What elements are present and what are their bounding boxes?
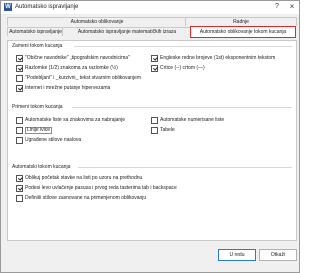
section-replace-label: Zameni tokom kucanja <box>12 43 63 49</box>
tab-actions[interactable]: Radnje <box>185 17 297 26</box>
option-label: Automatske liste sa znakovima za nabraja… <box>25 117 126 123</box>
option-label: Engleske redne brojeve (1st) eksponentni… <box>160 55 276 61</box>
word-app-icon: W <box>4 3 12 11</box>
checkbox-unchecked[interactable] <box>16 195 23 202</box>
checkbox-unchecked[interactable] <box>16 137 23 144</box>
tab-autoformat[interactable]: Automatsko oblikovanje <box>7 17 187 26</box>
title-bar: W Automatsko ispravljanje ? × <box>1 1 299 14</box>
option-label: Tabele <box>160 127 175 133</box>
checkbox-checked[interactable] <box>16 185 23 192</box>
checkbox-unchecked[interactable] <box>16 75 23 82</box>
option-label: Internet i mrežne putanje hiperveza​ma <box>25 85 111 91</box>
section-divider <box>74 46 292 47</box>
checkbox-checked[interactable] <box>16 55 23 62</box>
cancel-button[interactable]: Otkaži <box>259 249 297 261</box>
checkbox-unchecked[interactable] <box>16 117 23 124</box>
option-label: Ugrađene stilove naslova <box>25 137 82 143</box>
option-label: "Obične navodnike" „tipografskim navodni… <box>25 55 130 61</box>
section-auto-label: Automatski tokom kucanja <box>12 164 71 170</box>
ok-button[interactable]: U redu <box>218 249 256 261</box>
checkbox-unchecked[interactable] <box>151 117 158 124</box>
checkbox-checked[interactable] <box>151 55 158 62</box>
help-icon[interactable]: ? <box>272 2 282 12</box>
section-divider <box>72 107 292 108</box>
tab-math-autocorrect[interactable]: Automatsko ispravljanje matematičkih izr… <box>62 27 192 36</box>
option-label: Razlomke (1/2) znakoma za razlomke (½) <box>25 65 118 71</box>
close-icon[interactable]: × <box>287 2 297 12</box>
option-label: Definiši stilove zasnovane na primenjeno… <box>25 195 147 201</box>
option-label: Linije ivice <box>25 127 53 134</box>
tab-autocorrect[interactable]: Automatsko ispravljanje <box>7 27 64 36</box>
checkbox-checked[interactable] <box>16 175 23 182</box>
checkbox-checked[interactable] <box>16 85 23 92</box>
option-label: Oblikuj početak stavke na listi po uzoru… <box>25 175 143 181</box>
option-label: Crtice (--) crtom (—) <box>160 65 205 71</box>
checkbox-unchecked[interactable] <box>151 127 158 134</box>
options-panel: Zameni tokom kucanja "Obične navodnike" … <box>7 40 297 241</box>
dialog-title: Automatsko ispravljanje <box>15 4 79 10</box>
section-divider <box>78 167 292 168</box>
option-label: "Podebljani" i _kurzivni_ tekst stvarnim… <box>25 75 142 81</box>
tab-autoformat-as-you-type[interactable]: Automatsko oblikovanje tokom kucanja <box>190 26 296 38</box>
option-label: Podesi levo uvlačenje pasusa i prvog red… <box>25 185 177 191</box>
checkbox-unchecked[interactable] <box>16 127 23 134</box>
option-label: Automatske numerisane liste <box>160 117 225 123</box>
autocorrect-dialog: W Automatsko ispravljanje ? × Automatsko… <box>0 0 300 273</box>
section-apply-label: Primeni tokom kucanja <box>12 104 63 110</box>
checkbox-checked[interactable] <box>16 65 23 72</box>
checkbox-checked[interactable] <box>151 65 158 72</box>
